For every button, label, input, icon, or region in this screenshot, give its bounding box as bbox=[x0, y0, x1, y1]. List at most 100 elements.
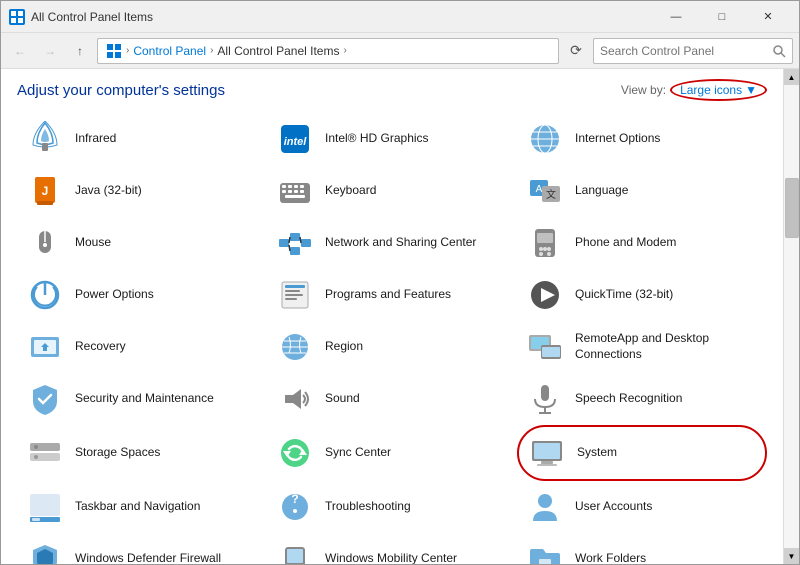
list-item[interactable]: Speech Recognition bbox=[517, 373, 767, 425]
list-item[interactable]: Infrared bbox=[17, 113, 267, 165]
system-icon bbox=[527, 433, 567, 473]
sound-label: Sound bbox=[325, 391, 360, 407]
view-by-arrow: ▼ bbox=[745, 83, 757, 97]
breadcrumb: › Control Panel › All Control Panel Item… bbox=[97, 38, 559, 64]
list-item[interactable]: Windows Mobility Center bbox=[267, 533, 517, 564]
list-item[interactable]: Keyboard bbox=[267, 165, 517, 217]
bc-sep3: › bbox=[343, 45, 346, 56]
sound-icon bbox=[275, 379, 315, 419]
work-folders-label: Work Folders bbox=[575, 551, 646, 564]
storage-spaces-label: Storage Spaces bbox=[75, 445, 160, 461]
system-label: System bbox=[577, 445, 617, 461]
bc-sep1: › bbox=[126, 45, 129, 56]
troubleshooting-icon: ? bbox=[275, 487, 315, 527]
recovery-label: Recovery bbox=[75, 339, 126, 355]
list-item[interactable]: Storage Spaces bbox=[17, 425, 267, 481]
mouse-icon bbox=[25, 223, 65, 263]
language-label: Language bbox=[575, 183, 628, 199]
recovery-icon bbox=[25, 327, 65, 367]
bc-sep2: › bbox=[210, 45, 213, 56]
programs-features-label: Programs and Features bbox=[325, 287, 451, 303]
list-item[interactable]: QuickTime (32-bit) bbox=[517, 269, 767, 321]
scroll-track[interactable] bbox=[784, 85, 799, 548]
windows-mobility-label: Windows Mobility Center bbox=[325, 551, 457, 564]
phone-modem-label: Phone and Modem bbox=[575, 235, 676, 251]
network-label: Network and Sharing Center bbox=[325, 235, 476, 251]
keyboard-icon bbox=[275, 171, 315, 211]
svg-text:A: A bbox=[536, 184, 543, 195]
scroll-down-arrow[interactable]: ▼ bbox=[784, 548, 800, 564]
breadcrumb-icon bbox=[106, 43, 122, 59]
back-button[interactable]: ← bbox=[7, 38, 33, 64]
list-item[interactable]: A文 Language bbox=[517, 165, 767, 217]
forward-button[interactable]: → bbox=[37, 38, 63, 64]
mouse-label: Mouse bbox=[75, 235, 111, 251]
taskbar-label: Taskbar and Navigation bbox=[75, 499, 200, 515]
quicktime-icon bbox=[525, 275, 565, 315]
refresh-button[interactable]: ⟳ bbox=[563, 38, 589, 64]
svg-text:intel: intel bbox=[284, 136, 308, 148]
language-icon: A文 bbox=[525, 171, 565, 211]
maximize-button[interactable]: □ bbox=[699, 1, 745, 33]
list-item[interactable]: Work Folders bbox=[517, 533, 767, 564]
bc-control-panel[interactable]: Control Panel bbox=[133, 44, 206, 58]
list-item[interactable]: System bbox=[517, 425, 767, 481]
list-item[interactable]: Sync Center bbox=[267, 425, 517, 481]
window-controls: — □ ✕ bbox=[653, 1, 791, 33]
scroll-thumb[interactable] bbox=[785, 178, 799, 238]
troubleshooting-label: Troubleshooting bbox=[325, 499, 411, 515]
view-by-label: View by: bbox=[621, 83, 666, 97]
security-icon bbox=[25, 379, 65, 419]
list-item[interactable]: Network and Sharing Center bbox=[267, 217, 517, 269]
speech-recognition-icon bbox=[525, 379, 565, 419]
scrollbar[interactable]: ▲ ▼ bbox=[783, 69, 799, 564]
view-by-button[interactable]: Large icons ▼ bbox=[670, 79, 767, 101]
content-area: Adjust your computer's settings View by:… bbox=[1, 69, 799, 564]
taskbar-icon bbox=[25, 487, 65, 527]
app-icon bbox=[9, 9, 25, 25]
sync-center-label: Sync Center bbox=[325, 445, 391, 461]
windows-defender-label: Windows Defender Firewall bbox=[75, 551, 221, 564]
search-input[interactable] bbox=[600, 44, 772, 58]
scroll-up-arrow[interactable]: ▲ bbox=[784, 69, 800, 85]
list-item[interactable]: Windows Defender Firewall bbox=[17, 533, 267, 564]
network-icon bbox=[275, 223, 315, 263]
list-item[interactable]: Recovery bbox=[17, 321, 267, 373]
list-item[interactable]: J Java (32-bit) bbox=[17, 165, 267, 217]
view-by-control: View by: Large icons ▼ bbox=[621, 79, 767, 101]
close-button[interactable]: ✕ bbox=[745, 1, 791, 33]
list-item[interactable]: Sound bbox=[267, 373, 517, 425]
programs-features-icon bbox=[275, 275, 315, 315]
list-item[interactable]: User Accounts bbox=[517, 481, 767, 533]
minimize-button[interactable]: — bbox=[653, 1, 699, 33]
svg-text:文: 文 bbox=[546, 188, 556, 201]
power-options-label: Power Options bbox=[75, 287, 154, 303]
list-item[interactable]: Taskbar and Navigation bbox=[17, 481, 267, 533]
view-by-value-text: Large icons bbox=[680, 83, 742, 97]
list-item[interactable]: Security and Maintenance bbox=[17, 373, 267, 425]
list-item[interactable]: Internet Options bbox=[517, 113, 767, 165]
list-item[interactable]: Phone and Modem bbox=[517, 217, 767, 269]
list-item[interactable]: Region bbox=[267, 321, 517, 373]
main-window: All Control Panel Items — □ ✕ ← → ↑ › Co… bbox=[0, 0, 800, 565]
security-label: Security and Maintenance bbox=[75, 391, 214, 407]
up-button[interactable]: ↑ bbox=[67, 38, 93, 64]
list-item[interactable]: RemoteApp and Desktop Connections bbox=[517, 321, 767, 373]
infrared-label: Infrared bbox=[75, 131, 116, 147]
java-label: Java (32-bit) bbox=[75, 183, 142, 199]
nav-bar: ← → ↑ › Control Panel › All Control Pane… bbox=[1, 33, 799, 69]
list-item[interactable]: intel Intel® HD Graphics bbox=[267, 113, 517, 165]
search-icon bbox=[772, 44, 786, 58]
sync-center-icon bbox=[275, 433, 315, 473]
list-item[interactable]: Programs and Features bbox=[267, 269, 517, 321]
list-item[interactable]: Mouse bbox=[17, 217, 267, 269]
keyboard-label: Keyboard bbox=[325, 183, 376, 199]
svg-text:J: J bbox=[42, 184, 49, 198]
list-item[interactable]: ? Troubleshooting bbox=[267, 481, 517, 533]
user-accounts-label: User Accounts bbox=[575, 499, 652, 515]
list-item[interactable]: Power Options bbox=[17, 269, 267, 321]
quicktime-label: QuickTime (32-bit) bbox=[575, 287, 673, 303]
windows-defender-icon bbox=[25, 539, 65, 564]
user-accounts-icon bbox=[525, 487, 565, 527]
page-title: Adjust your computer's settings bbox=[17, 82, 225, 99]
